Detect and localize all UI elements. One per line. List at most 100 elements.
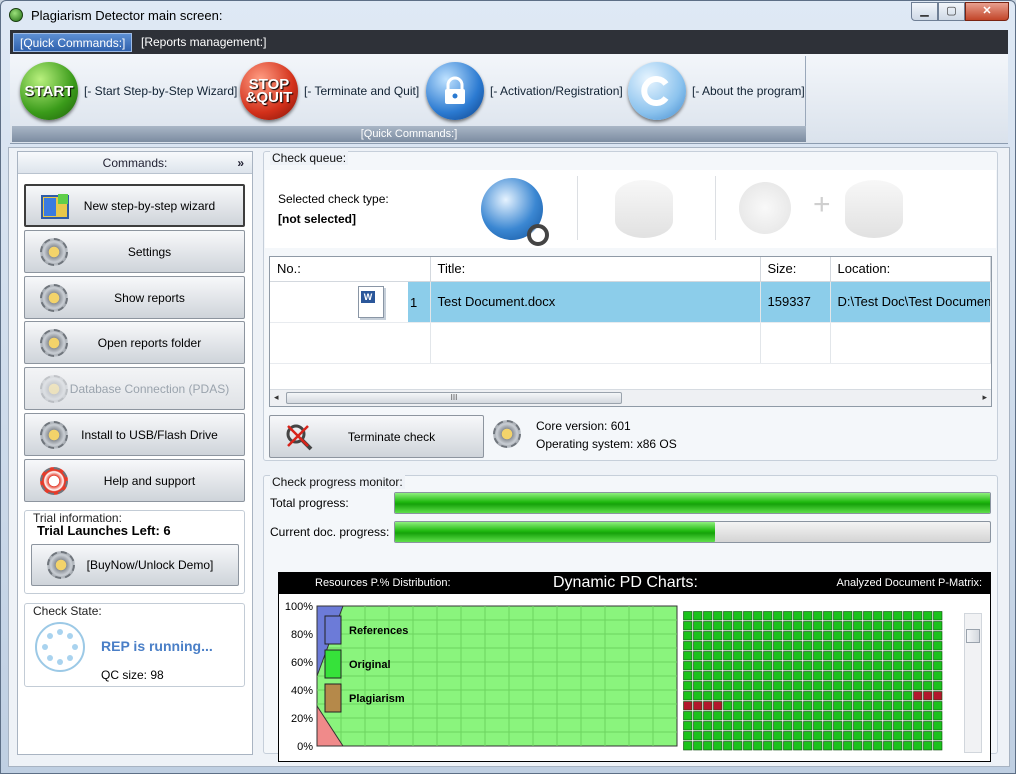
collapse-chevron-icon[interactable]: » <box>237 152 244 174</box>
matrix-cell <box>753 661 763 671</box>
matrix-cell <box>853 631 863 641</box>
matrix-cell <box>683 641 693 651</box>
operating-system: Operating system: x86 OS <box>536 437 677 451</box>
matrix-cell <box>853 661 863 671</box>
total-progress-bar <box>394 492 991 514</box>
buy-now-button[interactable]: [BuyNow/Unlock Demo] <box>31 544 239 586</box>
matrix-cell <box>923 651 933 661</box>
matrix-cell <box>823 711 833 721</box>
col-size[interactable]: Size: <box>760 257 831 282</box>
matrix-cell <box>903 661 913 671</box>
matrix-cell <box>703 701 713 711</box>
matrix-cell <box>803 611 813 621</box>
matrix-cell <box>793 631 803 641</box>
web-check-icon[interactable] <box>481 178 549 246</box>
commands-header: Commands: » <box>18 152 252 174</box>
matrix-cell <box>853 691 863 701</box>
matrix-cell <box>763 701 773 711</box>
matrix-cell <box>913 681 923 691</box>
web-combined-icon[interactable] <box>739 182 791 234</box>
tab-reports-management[interactable]: [Reports management:] <box>135 33 272 52</box>
matrix-cell <box>803 731 813 741</box>
show-reports-button[interactable]: Show reports <box>24 276 245 319</box>
row-no: 1 <box>408 281 429 321</box>
matrix-cell <box>913 721 923 731</box>
matrix-cell <box>843 621 853 631</box>
scroll-left-arrow[interactable]: ◂ <box>274 392 279 403</box>
matrix-cell <box>753 651 763 661</box>
open-reports-folder-button[interactable]: Open reports folder <box>24 321 245 364</box>
matrix-cell <box>923 611 933 621</box>
database-check-icon[interactable] <box>615 180 673 238</box>
y-tick-label: 100% <box>285 601 313 613</box>
matrix-cell <box>843 681 853 691</box>
matrix-cell <box>893 681 903 691</box>
about-button[interactable]: [- About the program] <box>628 60 805 122</box>
matrix-cell <box>873 641 883 651</box>
matrix-cell <box>783 701 793 711</box>
matrix-cell <box>843 711 853 721</box>
matrix-cell <box>723 631 733 641</box>
queue-horizontal-scrollbar[interactable]: ◂ III ▸ <box>270 389 991 406</box>
matrix-cell <box>823 721 833 731</box>
help-support-button[interactable]: Help and support <box>24 459 245 502</box>
matrix-cell <box>793 621 803 631</box>
table-row[interactable]: W 1 Test Document.docx 159337 D:\Test Do… <box>270 281 991 323</box>
terminate-search-icon <box>284 422 314 452</box>
matrix-cell <box>863 691 873 701</box>
matrix-cell <box>763 661 773 671</box>
matrix-cell <box>883 631 893 641</box>
scroll-thumb[interactable]: III <box>286 392 622 404</box>
terminate-quit-button[interactable]: STOP &QUIT [- Terminate and Quit] <box>240 60 419 122</box>
matrix-cell <box>893 701 903 711</box>
matrix-cell <box>733 671 743 681</box>
matrix-cell <box>923 631 933 641</box>
queue-table: No.: Title: Size: Location: W 1 Test Doc… <box>269 256 992 407</box>
matrix-vertical-scrollbar[interactable] <box>964 613 982 753</box>
col-location[interactable]: Location: <box>830 257 991 282</box>
matrix-cell <box>733 661 743 671</box>
matrix-cell <box>873 741 883 751</box>
matrix-cell <box>773 621 783 631</box>
new-wizard-button[interactable]: New step-by-step wizard <box>24 184 245 227</box>
terminate-check-button[interactable]: Terminate check <box>269 415 484 458</box>
settings-label: Settings <box>127 244 172 259</box>
start-wizard-button[interactable]: START [- Start Step-by-Step Wizard] <box>20 60 237 122</box>
matrix-cell <box>903 741 913 751</box>
database-connection-button[interactable]: Database Connection (PDAS) <box>24 367 245 410</box>
database-combined-icon[interactable] <box>845 180 903 238</box>
minimize-button[interactable]: ▁ <box>911 2 938 21</box>
install-usb-button[interactable]: Install to USB/Flash Drive <box>24 413 245 456</box>
activation-button[interactable]: [- Activation/Registration] <box>426 60 623 122</box>
matrix-cell <box>873 721 883 731</box>
col-no[interactable]: No.: <box>270 257 431 282</box>
check-type-label: Selected check type: <box>278 192 389 206</box>
matrix-cell <box>853 711 863 721</box>
tab-quick-commands[interactable]: [Quick Commands:] <box>13 33 133 52</box>
matrix-cell <box>923 661 933 671</box>
matrix-cell <box>773 701 783 711</box>
matrix-cell <box>763 641 773 651</box>
close-button[interactable]: ✕ <box>965 2 1009 21</box>
col-title[interactable]: Title: <box>430 257 761 282</box>
activation-label: [- Activation/Registration] <box>490 84 623 98</box>
matrix-scroll-thumb[interactable] <box>966 629 980 643</box>
scroll-right-arrow[interactable]: ▸ <box>982 392 987 403</box>
matrix-cell <box>723 651 733 661</box>
current-progress-bar <box>394 521 991 543</box>
check-queue-group: Check queue: Selected check type: [not s… <box>263 151 998 461</box>
matrix-cell <box>753 611 763 621</box>
maximize-button[interactable]: ▢ <box>938 2 965 21</box>
matrix-cell <box>713 611 723 621</box>
matrix-cell <box>923 721 933 731</box>
terminate-check-label: Terminate check <box>347 429 436 444</box>
matrix-cell <box>833 631 843 641</box>
legend-swatch <box>324 649 342 679</box>
current-progress-label: Current doc. progress: <box>270 525 390 539</box>
database-connection-label: Database Connection (PDAS) <box>69 381 230 396</box>
word-document-icon: W <box>358 285 384 318</box>
about-label: [- About the program] <box>692 84 805 98</box>
settings-button[interactable]: Settings <box>24 230 245 273</box>
matrix-cell <box>933 621 943 631</box>
matrix-cell <box>853 731 863 741</box>
